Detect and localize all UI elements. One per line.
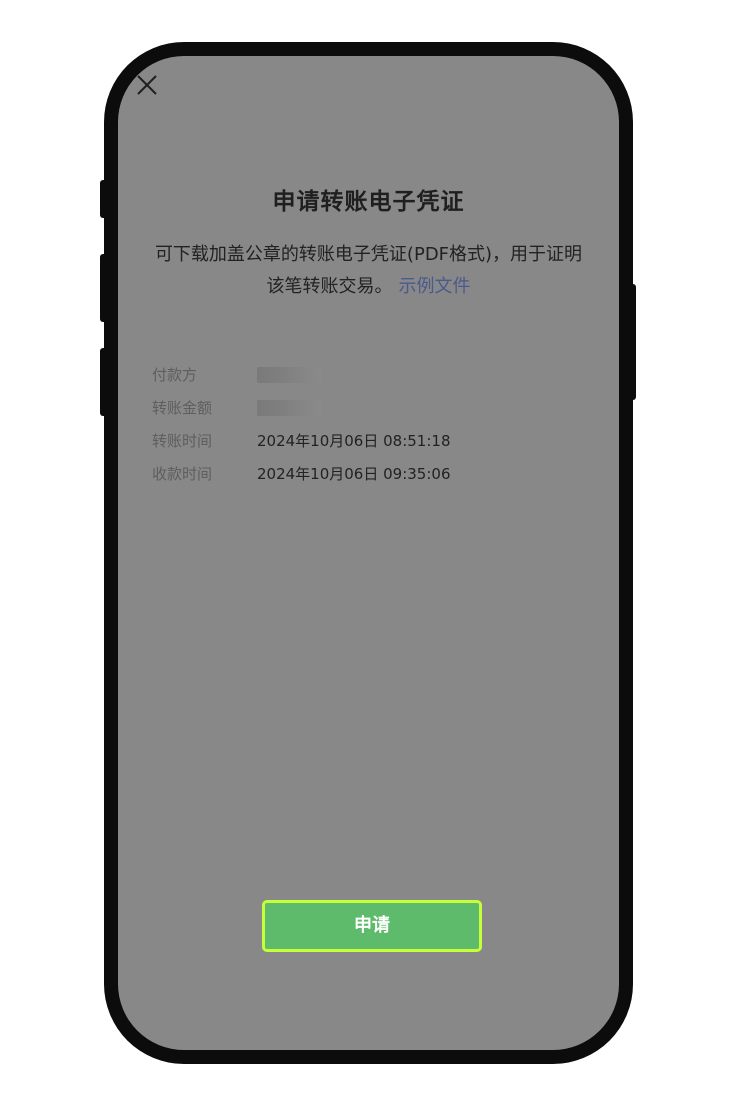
amount-value-redacted <box>257 399 321 416</box>
transfer-time-label: 转账时间 <box>152 432 213 450</box>
phone-frame: 申请转账电子凭证 可下载加盖公章的转账电子凭证(PDF格式)，用于证明该笔转账交… <box>104 42 633 1064</box>
description-text: 可下载加盖公章的转账电子凭证(PDF格式)，用于证明该笔转账交易。 <box>154 244 583 297</box>
amount-row: 转账金额 <box>152 391 592 424</box>
amount-label: 转账金额 <box>152 399 213 417</box>
receive-time-row: 收款时间 2024年10月06日 09:35:06 <box>152 457 592 490</box>
stage: 申请转账电子凭证 可下载加盖公章的转账电子凭证(PDF格式)，用于证明该笔转账交… <box>0 0 737 1106</box>
transfer-time-row: 转账时间 2024年10月06日 08:51:18 <box>152 424 592 457</box>
payer-row: 付款方 <box>152 358 592 391</box>
receive-time-label: 收款时间 <box>152 465 213 483</box>
transfer-details: 付款方 转账金额 转账时间 2024年10月06日 08:51:18 收款时间 … <box>152 358 592 490</box>
page-title: 申请转账电子凭证 <box>272 189 465 215</box>
transfer-time-value: 2024年10月06日 08:51:18 <box>257 432 451 450</box>
close-icon[interactable] <box>134 72 160 98</box>
payer-value-redacted <box>257 366 321 383</box>
receive-time-value: 2024年10月06日 09:35:06 <box>257 465 451 483</box>
apply-button[interactable]: 申请 <box>262 900 482 952</box>
sample-file-link[interactable]: 示例文件 <box>399 276 471 297</box>
payer-label: 付款方 <box>152 366 198 384</box>
screen: 申请转账电子凭证 可下载加盖公章的转账电子凭证(PDF格式)，用于证明该笔转账交… <box>118 56 619 1050</box>
description: 可下载加盖公章的转账电子凭证(PDF格式)，用于证明该笔转账交易。 示例文件 <box>154 239 583 303</box>
